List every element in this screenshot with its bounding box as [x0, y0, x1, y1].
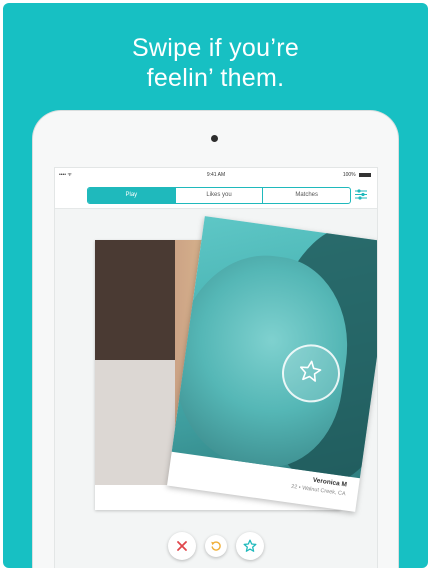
segmented-tabs: Play Likes you Matches — [87, 187, 351, 204]
battery-status: 100% — [343, 172, 371, 178]
status-bar: •••• ᯤ 9:41 AM 100% — [55, 168, 377, 182]
headline-line-1: Swipe if you’re — [131, 34, 300, 62]
tab-play[interactable]: Play — [88, 188, 176, 203]
profile-card[interactable]: Veronica M 22 • Walnut Creek, CA — [166, 216, 377, 512]
tab-matches[interactable]: Matches — [263, 188, 350, 203]
star-icon — [243, 539, 257, 552]
x-icon — [177, 541, 187, 551]
headline: Swipe if you’re feelin’ them. — [3, 33, 428, 93]
action-bar — [55, 532, 377, 568]
rewind-button[interactable] — [205, 535, 227, 557]
headline-line-2: feelin’ them. — [146, 64, 285, 92]
camera-dot — [211, 135, 218, 142]
sliders-icon[interactable] — [355, 189, 367, 200]
nav-bar: Play Likes you Matches — [55, 182, 377, 209]
battery-percent: 100% — [342, 172, 356, 178]
profile-photo — [171, 216, 377, 479]
photo-background-shade — [95, 240, 175, 360]
like-button[interactable] — [236, 532, 264, 560]
app-screen: •••• ᯤ 9:41 AM 100% Play Likes you Match… — [54, 167, 378, 568]
battery-icon — [359, 172, 371, 177]
tab-likes-you[interactable]: Likes you — [176, 188, 264, 203]
promo-frame: Swipe if you’re feelin’ them. •••• ᯤ 9:4… — [3, 3, 428, 568]
pass-button[interactable] — [168, 532, 196, 560]
tablet-device: •••• ᯤ 9:41 AM 100% Play Likes you Match… — [33, 111, 398, 568]
status-time: 9:41 AM — [206, 172, 226, 178]
photo-background-light — [95, 360, 175, 485]
star-icon — [299, 360, 322, 382]
rewind-icon — [211, 541, 221, 551]
